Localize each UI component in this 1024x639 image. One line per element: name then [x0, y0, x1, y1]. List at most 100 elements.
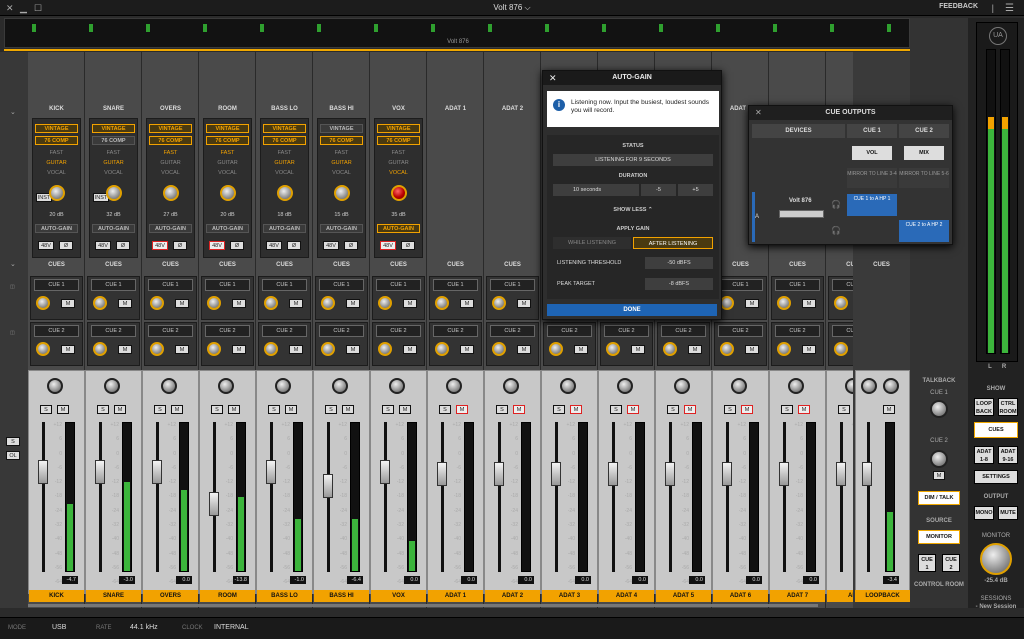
pan-knob[interactable]: [788, 378, 804, 394]
done-button[interactable]: DONE: [547, 304, 717, 316]
cue-mute-button[interactable]: M: [118, 345, 132, 354]
mute-button[interactable]: M: [285, 405, 297, 414]
cue-send-label[interactable]: CUE 2: [604, 325, 649, 337]
cue-mute-button[interactable]: M: [574, 345, 588, 354]
plugin-option[interactable]: VOCAL: [142, 170, 199, 176]
cue-send-label[interactable]: CUE 2: [262, 325, 307, 337]
auto-gain-button[interactable]: AUTO-GAIN: [320, 224, 363, 233]
plugin-option[interactable]: VOCAL: [313, 170, 370, 176]
cue-send-label[interactable]: CUE 2: [718, 325, 763, 337]
cue-send-knob[interactable]: [720, 296, 734, 310]
plugin-slot[interactable]: 76 COMP: [263, 136, 306, 145]
plugin-option[interactable]: GUITAR: [256, 160, 313, 166]
fader-handle[interactable]: [608, 462, 618, 486]
cue-mute-button[interactable]: M: [175, 299, 189, 308]
menu-icon[interactable]: ☰: [1005, 3, 1014, 14]
phase-button[interactable]: Ø: [401, 241, 415, 250]
talkback-cue2-knob[interactable]: [930, 450, 948, 468]
cue2-destination[interactable]: CUE 2 to A HP 2: [899, 220, 949, 242]
plugin-slot[interactable]: VINTAGE: [377, 124, 420, 133]
cue-send-knob[interactable]: [150, 296, 164, 310]
close-icon[interactable]: ✕: [549, 73, 557, 84]
plugin-option[interactable]: FAST: [85, 150, 142, 156]
solo-button[interactable]: S: [838, 405, 850, 414]
plugin-option[interactable]: GUITAR: [85, 160, 142, 166]
solo-button[interactable]: S: [325, 405, 337, 414]
plugin-option[interactable]: VOCAL: [28, 170, 85, 176]
solo-button[interactable]: S: [496, 405, 508, 414]
loopback-mute-button[interactable]: M: [883, 405, 895, 414]
loopback-pan-r[interactable]: [883, 378, 899, 394]
fader-handle[interactable]: [437, 462, 447, 486]
solo-button[interactable]: S: [610, 405, 622, 414]
plugin-slot[interactable]: VINTAGE: [35, 124, 78, 133]
fader-handle[interactable]: [665, 462, 675, 486]
48v-button[interactable]: 48V: [152, 241, 168, 250]
cue-send-knob[interactable]: [36, 342, 50, 356]
source-cue2-button[interactable]: CUE 2: [942, 554, 960, 572]
gain-knob[interactable]: [334, 185, 350, 201]
plugin-slot[interactable]: 76 COMP: [377, 136, 420, 145]
phase-button[interactable]: Ø: [344, 241, 358, 250]
pan-knob[interactable]: [218, 378, 234, 394]
mute-button[interactable]: M: [228, 405, 240, 414]
auto-gain-button[interactable]: AUTO-GAIN: [35, 224, 78, 233]
plugin-option[interactable]: VOCAL: [370, 170, 427, 176]
48v-button[interactable]: 48V: [38, 241, 54, 250]
solo-button[interactable]: S: [781, 405, 793, 414]
cue-mute-button[interactable]: M: [403, 345, 417, 354]
phase-button[interactable]: Ø: [287, 241, 301, 250]
gain-knob[interactable]: [220, 185, 236, 201]
feedback-link[interactable]: FEEDBACK: [939, 3, 978, 10]
fader-handle[interactable]: [722, 462, 732, 486]
cue-send-label[interactable]: CUE 1: [262, 279, 307, 291]
fader-handle[interactable]: [209, 492, 219, 516]
clock-value[interactable]: INTERNAL: [214, 624, 249, 631]
cue-send-knob[interactable]: [264, 296, 278, 310]
cue-mute-button[interactable]: M: [232, 299, 246, 308]
window-title[interactable]: Volt 876 ⌵: [0, 3, 1024, 13]
collapse-preamps-icon[interactable]: ⌄: [10, 108, 16, 116]
plugin-slot[interactable]: 76 COMP: [206, 136, 249, 145]
cue2-mix-button[interactable]: MIX: [904, 146, 944, 160]
cue-send-label[interactable]: CUE 2: [433, 325, 478, 337]
cue-send-knob[interactable]: [435, 342, 449, 356]
plugin-option[interactable]: GUITAR: [199, 160, 256, 166]
cue1-destination[interactable]: CUE 1 to A HP 1: [847, 194, 897, 216]
cue-send-knob[interactable]: [435, 296, 449, 310]
cue-send-label[interactable]: CUE 2: [490, 325, 535, 337]
overload-clear-button[interactable]: OL: [6, 451, 20, 460]
cue1-vol-button[interactable]: VOL: [852, 146, 892, 160]
talkback-cue1-knob[interactable]: [930, 400, 948, 418]
cue-send-knob[interactable]: [606, 342, 620, 356]
cue-send-label[interactable]: CUE 1: [490, 279, 535, 291]
show-adat916-button[interactable]: ADAT 9-16: [998, 446, 1018, 464]
plugin-option[interactable]: VOCAL: [85, 170, 142, 176]
pan-knob[interactable]: [332, 378, 348, 394]
auto-gain-button[interactable]: AUTO-GAIN: [92, 224, 135, 233]
plugin-slot[interactable]: 76 COMP: [35, 136, 78, 145]
auto-gain-button[interactable]: AUTO-GAIN: [149, 224, 192, 233]
pan-knob[interactable]: [47, 378, 63, 394]
loopback-pan-l[interactable]: [861, 378, 877, 394]
cue-send-knob[interactable]: [93, 296, 107, 310]
mute-button[interactable]: M: [627, 405, 639, 414]
pan-knob[interactable]: [674, 378, 690, 394]
show-adat18-button[interactable]: ADAT 1-8: [974, 446, 994, 464]
mute-button[interactable]: M: [684, 405, 696, 414]
cue-send-knob[interactable]: [834, 296, 848, 310]
peak-target-value[interactable]: -8 dBFS: [645, 278, 713, 290]
gain-knob[interactable]: [163, 185, 179, 201]
collapse-cues-icon[interactable]: ⌄: [10, 260, 16, 268]
cue-send-label[interactable]: CUE 1: [148, 279, 193, 291]
source-cue1-button[interactable]: CUE 1: [918, 554, 936, 572]
cue-send-label[interactable]: CUE 1: [34, 279, 79, 291]
mode-value[interactable]: USB: [52, 624, 66, 631]
cue-send-knob[interactable]: [777, 342, 791, 356]
cue-send-knob[interactable]: [378, 342, 392, 356]
cue-send-label[interactable]: CUE 1: [205, 279, 250, 291]
solo-button[interactable]: S: [724, 405, 736, 414]
plugin-slot[interactable]: VINTAGE: [149, 124, 192, 133]
fader-handle[interactable]: [779, 462, 789, 486]
cue-mute-button[interactable]: M: [802, 345, 816, 354]
